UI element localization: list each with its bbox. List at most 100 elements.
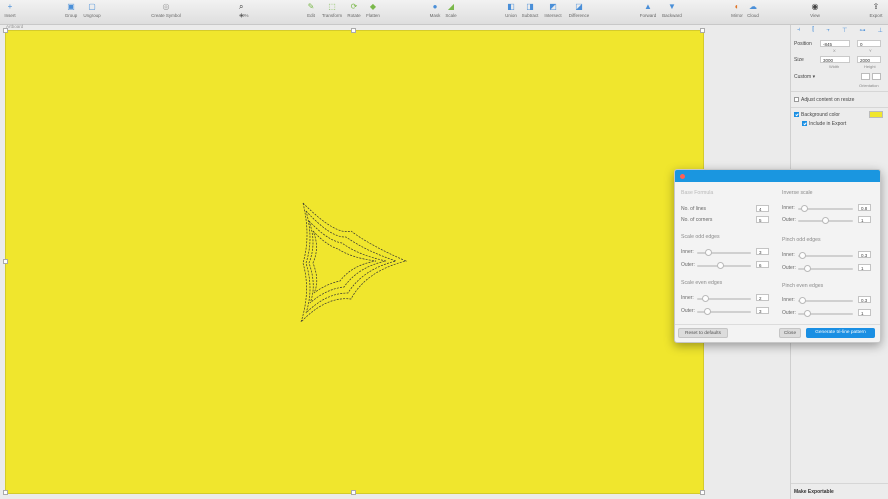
- ungroup-button[interactable]: ▢ Ungroup: [79, 2, 105, 18]
- divider: [675, 324, 880, 325]
- background-color-swatch[interactable]: [869, 111, 883, 118]
- adjust-content-label: Adjust content on resize: [801, 97, 855, 103]
- slider-knob[interactable]: [704, 308, 711, 315]
- scale-icon: ◢: [447, 2, 455, 11]
- no-lines-label: No. of lines: [681, 206, 707, 212]
- difference-icon: ◪: [575, 2, 583, 11]
- background-color-label: Background color: [801, 112, 840, 118]
- preset-select[interactable]: Custom ▾: [794, 74, 815, 80]
- slider-knob[interactable]: [801, 205, 808, 212]
- export-button[interactable]: ⇪ Export: [863, 2, 888, 18]
- slider-knob[interactable]: [799, 297, 806, 304]
- alignment-toolbar[interactable]: ⫞ ⫿ ⫟ ⊤ ⊶ ⊥: [791, 27, 888, 35]
- align-left-icon[interactable]: ⫞: [797, 27, 800, 35]
- odd-inner-input[interactable]: 3: [756, 248, 769, 255]
- cloud-button[interactable]: ☁ Cloud: [740, 2, 766, 18]
- difference-button[interactable]: ◪ Difference: [566, 2, 592, 18]
- slider-knob[interactable]: [702, 295, 709, 302]
- even-outer-input[interactable]: 3: [756, 307, 769, 314]
- inv-inner-input[interactable]: 0.8: [858, 204, 871, 211]
- zoom-control[interactable]: − ⌕ +50%: [231, 0, 257, 20]
- insert-button[interactable]: + Insert: [0, 2, 23, 18]
- section-pinch-even: Pinch even edges: [782, 283, 824, 289]
- no-corners-label: No. of corners: [681, 217, 713, 223]
- align-right-icon[interactable]: ⫟: [826, 27, 830, 35]
- po-outer-input[interactable]: 1: [858, 264, 871, 271]
- resize-handle-bottom-left[interactable]: [3, 490, 8, 495]
- align-middle-icon[interactable]: ⊶: [860, 27, 866, 35]
- po-inner-input[interactable]: 0.3: [858, 251, 871, 258]
- align-center-icon[interactable]: ⫿: [812, 27, 814, 35]
- po-outer-label: Outer:: [782, 265, 796, 271]
- close-button[interactable]: Close: [779, 328, 801, 338]
- odd-inner-label: Inner:: [681, 249, 694, 255]
- include-in-export-checkbox[interactable]: [802, 121, 807, 126]
- resize-handle-bottom[interactable]: [351, 490, 356, 495]
- slider-knob[interactable]: [804, 265, 811, 272]
- inv-inner-slider[interactable]: [798, 205, 853, 212]
- generate-button[interactable]: Generate tri-line pattern: [806, 328, 875, 338]
- inv-outer-input[interactable]: 1: [858, 216, 871, 223]
- resize-handle-bottom-right[interactable]: [700, 490, 705, 495]
- po-inner-slider[interactable]: [798, 252, 853, 259]
- background-color-checkbox[interactable]: [794, 112, 799, 117]
- landscape-icon[interactable]: [872, 73, 881, 80]
- inv-outer-slider[interactable]: [798, 217, 853, 224]
- make-exportable-button[interactable]: Make Exportable: [794, 489, 834, 495]
- slider-knob[interactable]: [822, 217, 829, 224]
- section-scale-odd: Scale odd edges: [681, 234, 720, 240]
- artboard-label[interactable]: Artboard: [6, 24, 23, 29]
- resize-handle-top[interactable]: [351, 28, 356, 33]
- resize-handle-left[interactable]: [3, 259, 8, 264]
- even-inner-input[interactable]: 2: [756, 294, 769, 301]
- odd-inner-slider[interactable]: [697, 249, 751, 256]
- align-bottom-icon[interactable]: ⊥: [878, 27, 883, 35]
- pe-outer-slider[interactable]: [798, 310, 853, 317]
- even-inner-slider[interactable]: [697, 295, 751, 302]
- pe-inner-input[interactable]: 0.3: [858, 296, 871, 303]
- align-top-icon[interactable]: ⊤: [842, 27, 847, 35]
- intersect-icon: ◩: [549, 2, 557, 11]
- slider-knob[interactable]: [804, 310, 811, 317]
- resize-handle-top-left[interactable]: [3, 28, 8, 33]
- x-input[interactable]: -845: [820, 40, 850, 47]
- no-lines-input[interactable]: 4: [756, 205, 769, 212]
- even-outer-label: Outer:: [681, 308, 695, 314]
- po-outer-slider[interactable]: [798, 265, 853, 272]
- artboard[interactable]: [5, 30, 704, 494]
- height-input[interactable]: 2000: [857, 56, 881, 63]
- rotate-icon: ⟳: [350, 2, 358, 11]
- orientation-label: Orientation: [859, 83, 879, 88]
- magnifier-icon: − ⌕ +: [239, 0, 244, 20]
- odd-outer-input[interactable]: 6: [756, 261, 769, 268]
- resize-handle-top-right[interactable]: [700, 28, 705, 33]
- slider-knob[interactable]: [799, 252, 806, 259]
- dialog-titlebar[interactable]: [675, 170, 880, 182]
- orientation-toggle[interactable]: [861, 73, 883, 81]
- section-base-formula: Base Formula: [681, 190, 714, 196]
- create-symbol-button[interactable]: ◎ Create Symbol: [151, 2, 181, 18]
- star-pattern-shape[interactable]: [6, 31, 703, 493]
- scale-button[interactable]: ◢ Scale: [438, 2, 464, 18]
- adjust-content-checkbox[interactable]: [794, 97, 799, 102]
- width-input[interactable]: 3000: [820, 56, 850, 63]
- close-icon[interactable]: [680, 174, 685, 179]
- intersect-button[interactable]: ◩ Intersect: [540, 2, 566, 18]
- portrait-icon[interactable]: [861, 73, 870, 80]
- inv-outer-label: Outer:: [782, 217, 796, 223]
- slider-knob[interactable]: [717, 262, 724, 269]
- view-button[interactable]: ◉ View: [802, 2, 828, 18]
- pe-outer-input[interactable]: 1: [858, 309, 871, 316]
- flatten-button[interactable]: ◆ Flatten: [360, 2, 386, 18]
- no-corners-input[interactable]: 5: [756, 216, 769, 223]
- odd-outer-slider[interactable]: [697, 262, 751, 269]
- y-input[interactable]: 0: [857, 40, 881, 47]
- forward-icon: ▲: [644, 2, 652, 11]
- slider-knob[interactable]: [705, 249, 712, 256]
- reset-defaults-button[interactable]: Reset to defaults: [678, 328, 728, 338]
- forward-button[interactable]: ▲ Forward: [635, 2, 661, 18]
- pe-inner-slider[interactable]: [798, 297, 853, 304]
- backward-button[interactable]: ▼ Backward: [659, 2, 685, 18]
- even-outer-slider[interactable]: [697, 308, 751, 315]
- subtract-icon: ◨: [526, 2, 534, 11]
